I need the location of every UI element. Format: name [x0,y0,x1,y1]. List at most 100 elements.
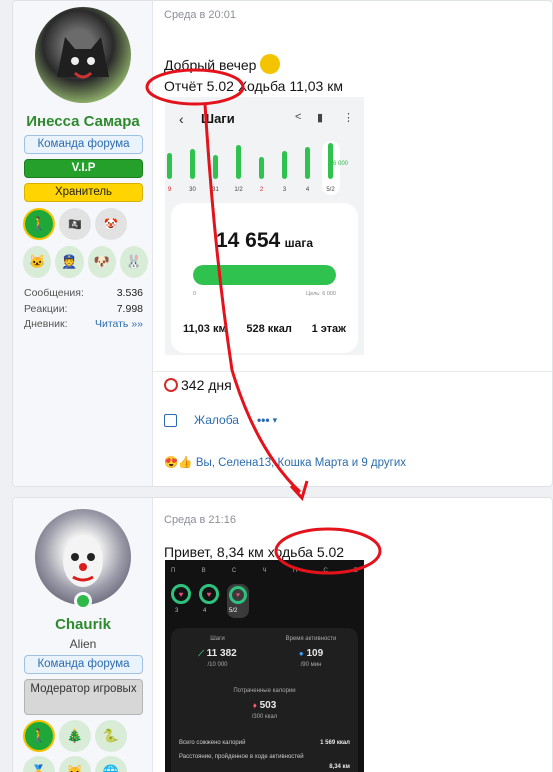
chevron-down-icon[interactable]: ▾ [273,415,278,426]
pirates-award-icon[interactable]: 🏴‍☠ [59,208,91,240]
post-date[interactable]: Среда в 20:01 [164,9,236,21]
floors: 1 этаж [311,323,346,335]
scale-min: 0 [193,291,197,297]
steps-value: ⟋ 11 382 [198,648,237,659]
steps-title: Шаги [201,111,235,126]
menu-dots-icon: ⋮ [343,112,354,124]
christmas-tree-award-icon[interactable]: 🎄 [59,720,91,752]
walker-award-icon[interactable]: 🚶 [23,208,55,240]
report-link[interactable]: Жалоба [194,413,239,427]
week-letters: ПВСЧПСВ [171,568,358,574]
steps-screenshot[interactable]: ‹ Шаги < ▮ ⋮ 9 30 31 1/2 2 3 4 5/2 6 000 14 654… [165,97,364,355]
activity-screenshot[interactable]: ПВСЧПСВ ♥ ♥ ♥ 3 4 5/2 Шаги Время активно… [165,560,364,772]
steps-progress-fill [193,265,336,285]
shoe-icon: ⟋ [198,649,204,658]
more-menu[interactable]: ••• [257,413,270,427]
day-bar [167,153,172,179]
smiley-icon [260,54,281,74]
post-date[interactable]: Среда в 21:16 [164,514,236,526]
post-body: Среда в 20:01 Добрый вечер Отчёт 5.02 Хо… [153,1,552,486]
cat-award-icon[interactable]: 🐱 [23,246,52,278]
username[interactable]: Инесса Самара [13,113,153,130]
dog-award-icon[interactable]: 🐶 [87,246,116,278]
diary-link[interactable]: Читать »» [95,318,143,334]
day-label: 31 [212,187,219,193]
heart-ring-icon: ♥ [171,584,191,604]
award-row-1: 🚶 🏴‍☠ 🤡 [23,208,148,240]
user-stats: Сообщения: 3.536 Реакции: 7.998 Дневник: Чи… [24,287,143,334]
week-day-today: 5/2 [229,608,238,614]
reactions-bar[interactable]: 😍👍 Вы, Селена13, Кошка Марта и 9 других [164,455,406,469]
signature-divider [153,371,552,372]
signature: 342 дня [164,377,232,393]
keeper-badge: Хранитель [24,183,143,202]
cat-award-icon[interactable]: 🐱 [59,756,91,772]
avatar[interactable] [35,7,131,103]
day-bar [236,145,241,179]
stat-messages: Сообщения: 3.536 [24,287,143,299]
post-text: Привет, 8,34 км ходьба 5.02 [164,544,345,560]
clock-icon: ● [298,649,304,658]
day-label: 5/2 [326,187,335,193]
post-1: Инесса Самара Команда форума V.I.P Храни… [12,0,553,487]
snake-award-icon[interactable]: 🐍 [95,720,127,752]
activity-card: Шаги Время активности ⟋ 11 382 ● 109 /10… [171,628,358,772]
steps-label: Шаги [210,636,225,642]
active-time-value: ● 109 [298,648,324,659]
stat-diary: Дневник: Читать »» [24,318,143,334]
total-calories-row: Всего сожжено калорий 1 569 ккал [179,740,350,746]
walker-award-icon[interactable]: 🚶 [23,720,55,752]
daily-steps-bars: 9 30 31 1/2 2 3 4 5/2 [167,141,340,195]
steps-count: 14 654 шага [215,229,314,252]
week-day-4: 4 [203,608,207,614]
post-body: Среда в 21:16 Привет, 8,34 км ходьба 5.0… [153,498,552,772]
rabbit-award-icon[interactable]: 🐰 [119,246,148,278]
day-bar [282,151,287,179]
calories-goal: /300 ккал [251,714,278,720]
distance: 11,03 км [183,323,227,335]
online-status-icon [74,592,92,610]
day-label: 4 [306,187,310,193]
username[interactable]: Chaurik [13,616,153,633]
post-actions: Жалоба ••• ▾ [164,413,277,427]
back-arrow-icon: ‹ [179,111,184,127]
team-badge: Команда форума [24,655,143,674]
calories-value: ♦ 503 [252,700,277,711]
medal-award-icon[interactable]: 🏅 [23,756,55,772]
distance-label: Расстояние, пройденное в ходе активносте… [179,754,304,760]
steps-summary: 11,03 км 528 ккал 1 этаж [183,323,346,335]
post-2: Chaurik Alien Команда форума Модератор и… [12,497,553,772]
greeting-text: Добрый вечер [164,54,281,74]
award-row-1: 🚶 🎄 🐍 [23,720,148,752]
day-label: 3 [283,187,287,193]
active-time-goal: /90 мин [300,662,322,668]
stats-icon: ▮ [317,112,324,124]
report-text: Отчёт 5.02 Ходьба 11,03 км [164,78,343,94]
vip-badge: V.I.P [24,159,143,178]
user-sidebar: Инесса Самара Команда форума V.I.P Храни… [13,1,153,486]
pilot-award-icon[interactable]: 👮 [55,246,84,278]
kcal: 528 ккал [246,323,292,335]
distance-value: 8,34 км [329,764,350,770]
award-row-2: 🐱 👮 🐶 🐰 [23,246,148,278]
steps-goal: /10 000 [207,662,228,668]
avatar[interactable] [35,509,131,605]
no-smoking-icon [164,378,178,392]
award-row-2: 🏅 🐱 🌐 [23,756,148,772]
globe-award-icon[interactable]: 🌐 [95,756,127,772]
select-checkbox[interactable] [164,413,177,427]
day-label: 9 [168,187,172,193]
day-bar [259,157,264,179]
calories-label: Потраченные калории [233,688,296,694]
steps-card: 14 654 шага 0 Цель: 6 000 11,03 км 528 к… [171,203,358,353]
scale-goal: Цель: 6 000 [306,291,336,297]
stat-reactions: Реакции: 7.998 [24,302,143,315]
user-sidebar: Chaurik Alien Команда форума Модератор и… [13,498,153,772]
day-bar [190,149,195,179]
share-icon: < [295,111,302,123]
day-label: 30 [189,187,196,193]
day-label: 1/2 [234,187,243,193]
team-badge: Команда форума [24,135,143,154]
clowns-award-icon[interactable]: 🤡 [95,208,127,240]
moderator-badge: Модератор игровых [24,679,143,715]
